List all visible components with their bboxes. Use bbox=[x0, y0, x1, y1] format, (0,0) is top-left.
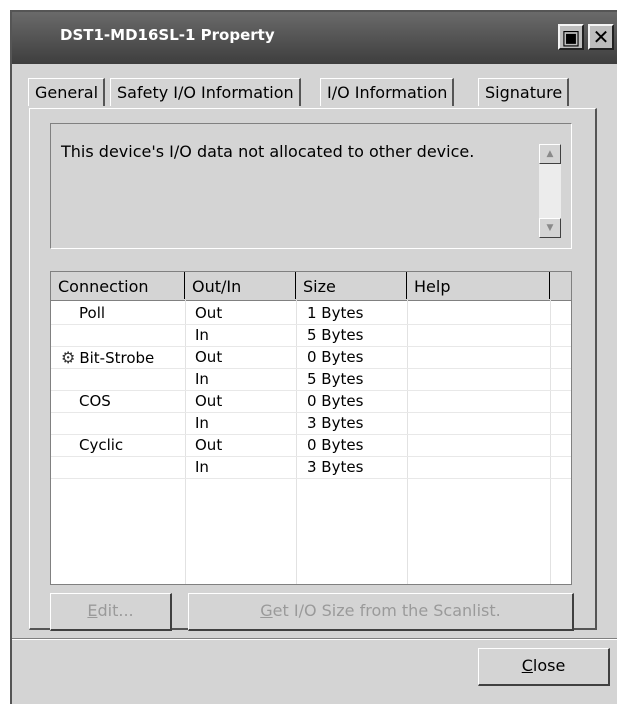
direction-cell: Out bbox=[195, 304, 223, 322]
size-cell: 3 Bytes bbox=[307, 458, 364, 476]
size-cell: 1 Bytes bbox=[307, 304, 364, 322]
table-row[interactable]: Cyclic Out 0 Bytes bbox=[51, 434, 571, 457]
window-title: DST1-MD16SL-1 Property bbox=[60, 26, 275, 44]
restore-icon[interactable]: ▣ bbox=[558, 24, 584, 50]
connection-label: Cyclic bbox=[79, 436, 124, 454]
close-icon[interactable]: ✕ bbox=[588, 24, 614, 50]
scroll-up-icon[interactable]: ▲ bbox=[539, 144, 561, 164]
connection-cell: COS bbox=[79, 392, 111, 410]
tab-general[interactable]: General bbox=[28, 78, 106, 106]
message-scrollbar[interactable]: ▲ ▼ bbox=[539, 144, 561, 238]
table-row[interactable]: In 5 Bytes bbox=[51, 368, 571, 391]
table-row[interactable]: In 5 Bytes bbox=[51, 324, 571, 347]
size-cell: 0 Bytes bbox=[307, 348, 364, 366]
close-button[interactable]: Close bbox=[478, 648, 610, 686]
table-row[interactable]: COS Out 0 Bytes bbox=[51, 390, 571, 413]
message-box[interactable]: This device's I/O data not allocated to … bbox=[50, 123, 572, 249]
size-cell: 0 Bytes bbox=[307, 436, 364, 454]
table-row[interactable]: In 3 Bytes bbox=[51, 412, 571, 435]
direction-cell: Out bbox=[195, 392, 223, 410]
tab-signature[interactable]: Signature bbox=[478, 78, 570, 106]
direction-cell: Out bbox=[195, 436, 223, 454]
connection-cell: Cyclic bbox=[79, 436, 123, 454]
table-row[interactable]: ⚙ Bit-Strobe Out 0 Bytes bbox=[51, 346, 571, 369]
table-row[interactable]: In 3 Bytes bbox=[51, 456, 571, 479]
lightbulb-icon: ⚙ bbox=[61, 348, 76, 367]
column-header-help[interactable]: Help bbox=[407, 272, 550, 299]
direction-cell: In bbox=[195, 458, 209, 476]
scroll-down-icon[interactable]: ▼ bbox=[539, 218, 561, 238]
connection-label: Bit-Strobe bbox=[79, 349, 155, 367]
connection-cell: Poll bbox=[79, 304, 105, 322]
size-cell: 0 Bytes bbox=[307, 392, 364, 410]
title-bar[interactable]: DST1-MD16SL-1 Property ▣ ✕ bbox=[12, 12, 617, 64]
tab-safety-io-information[interactable]: Safety I/O Information bbox=[110, 78, 301, 106]
direction-cell: In bbox=[195, 370, 209, 388]
table-row[interactable]: Poll Out 1 Bytes bbox=[51, 302, 571, 325]
connection-cell: ⚙ Bit-Strobe bbox=[61, 348, 154, 367]
io-information-panel: This device's I/O data not allocated to … bbox=[29, 108, 597, 631]
column-header-out-in[interactable]: Out/In bbox=[185, 272, 296, 299]
column-header-connection[interactable]: Connection bbox=[51, 272, 185, 299]
size-cell: 5 Bytes bbox=[307, 370, 364, 388]
table-header: Connection Out/In Size Help bbox=[51, 272, 571, 301]
column-header-size[interactable]: Size bbox=[296, 272, 407, 299]
get-io-size-button[interactable]: Get I/O Size from the Scanlist. bbox=[188, 593, 574, 631]
property-dialog: DST1-MD16SL-1 Property ▣ ✕ General Safet… bbox=[10, 10, 617, 704]
direction-cell: In bbox=[195, 414, 209, 432]
tab-io-information[interactable]: I/O Information bbox=[320, 78, 455, 106]
io-connection-table: Connection Out/In Size Help Poll Out 1 Byt… bbox=[50, 271, 572, 585]
edit-button[interactable]: Edit... bbox=[50, 593, 172, 631]
size-cell: 5 Bytes bbox=[307, 326, 364, 344]
allocation-message: This device's I/O data not allocated to … bbox=[61, 142, 475, 161]
size-cell: 3 Bytes bbox=[307, 414, 364, 432]
connection-label: COS bbox=[79, 392, 111, 410]
direction-cell: In bbox=[195, 326, 209, 344]
direction-cell: Out bbox=[195, 348, 223, 366]
footer-divider bbox=[12, 638, 617, 640]
scroll-track[interactable] bbox=[539, 164, 561, 218]
connection-label: Poll bbox=[79, 304, 106, 322]
